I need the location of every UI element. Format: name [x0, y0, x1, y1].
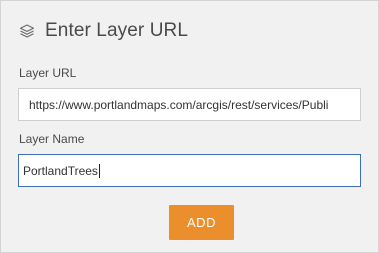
add-button[interactable]: ADD [169, 205, 234, 240]
panel-title: Enter Layer URL [45, 20, 189, 41]
text-caret [98, 163, 100, 178]
layers-icon [18, 22, 36, 40]
panel-header: Enter Layer URL [18, 18, 188, 44]
layer-name-field[interactable]: PortlandTrees [18, 154, 361, 187]
layer-url-value: https://www.portlandmaps.com/arcgis/rest… [29, 97, 329, 112]
layer-name-label: Layer Name [19, 132, 85, 146]
layer-url-label: Layer URL [19, 66, 77, 80]
layer-url-field[interactable]: https://www.portlandmaps.com/arcgis/rest… [18, 88, 361, 121]
layer-name-value: PortlandTrees [23, 163, 98, 178]
add-layer-panel: Enter Layer URL Layer URL https://www.po… [0, 0, 379, 253]
